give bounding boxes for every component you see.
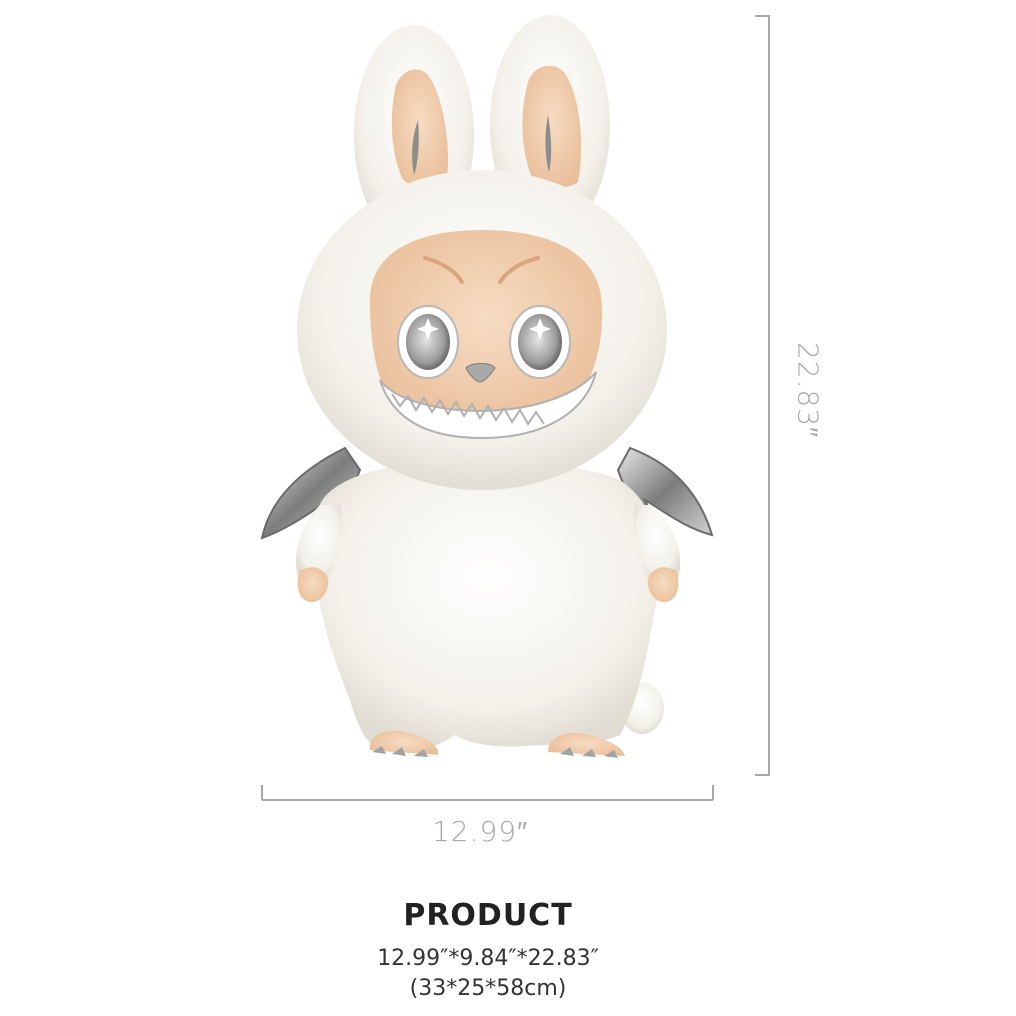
spec-size-inches: 12.99″*9.84″*22.83″ xyxy=(377,946,599,971)
width-dimension-line xyxy=(261,785,714,801)
product-spec: PRODUCT 12.99″*9.84″*22.83″ (33*25*58cm) xyxy=(0,896,976,1004)
product-dimension-graphic: 22.83″ 12.99″ PRODUCT 12.99″*9.84″*22.83… xyxy=(0,0,1016,1016)
body xyxy=(314,460,662,753)
spec-size-cm: (33*25*58cm) xyxy=(409,976,567,1001)
figure-art xyxy=(260,15,770,801)
eye-right xyxy=(509,305,571,379)
eye-left xyxy=(397,305,459,379)
spec-title: PRODUCT xyxy=(403,898,573,933)
height-dimension-line xyxy=(755,15,770,776)
width-dimension-label: 12.99″ xyxy=(431,815,529,848)
height-dimension-label: 22.83″ xyxy=(791,341,825,439)
